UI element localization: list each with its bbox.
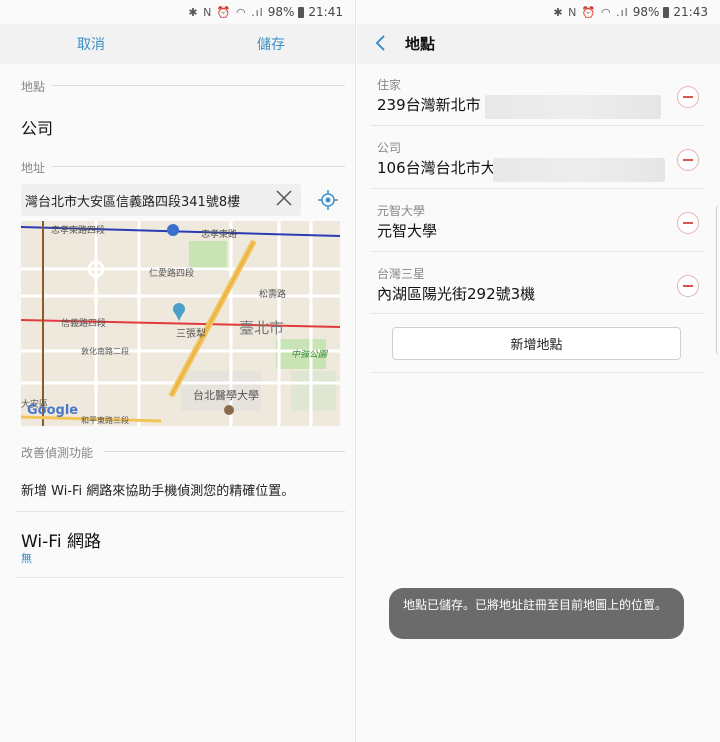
place-label: 台灣三星 <box>377 267 426 281</box>
map-label: 忠孝東路 <box>201 230 238 240</box>
place-item[interactable]: 台灣三星 內湖區陽光街292號3機 <box>377 265 707 328</box>
map-label: 仁愛路四段 <box>149 269 195 279</box>
edit-appbar: 取消 儲存 <box>0 24 355 64</box>
clock: 21:43 <box>673 5 708 19</box>
map-label: 信義路四段 <box>61 319 107 329</box>
battery-level: 98% <box>632 5 660 19</box>
map-label: 敦化南路二段 <box>81 347 129 356</box>
remove-place-button[interactable] <box>677 86 699 108</box>
edge-handle[interactable] <box>716 205 720 355</box>
place-address: 元智大學 <box>377 222 438 240</box>
place-name-field[interactable]: 公司 <box>21 115 53 139</box>
status-icons: ✱ N ⏰ ◠ .ıl <box>553 5 629 19</box>
remove-place-button[interactable] <box>677 212 699 234</box>
place-item[interactable]: 住家 239台灣新北市 <box>377 76 707 139</box>
place-address: 106台灣台北市大 <box>377 159 496 177</box>
place-item[interactable]: 元智大學 元智大學 <box>377 202 707 265</box>
divider <box>371 125 705 126</box>
current-location-icon[interactable] <box>317 189 339 211</box>
divider <box>371 372 705 373</box>
places-screen: ✱ N ⏰ ◠ .ıl 98% 21:43 地點 住家 239台灣新北市 公司 … <box>357 0 720 742</box>
save-button[interactable]: 儲存 <box>257 34 285 54</box>
redacted-area <box>485 95 661 119</box>
edit-place-screen: ✱ N ⏰ ◠ .ıl 98% 21:41 取消 儲存 地點 公司 地址 灣台北… <box>0 0 356 742</box>
minus-icon <box>683 285 693 287</box>
divider <box>52 85 345 86</box>
wifi-title: Wi-Fi 網路 <box>21 532 101 552</box>
google-logo: Google <box>27 403 79 418</box>
status-icons: ✱ N ⏰ ◠ .ıl <box>188 5 264 19</box>
map-label: 臺北市 <box>239 319 285 337</box>
place-address: 內湖區陽光街292號3機 <box>377 285 536 303</box>
redacted-area <box>493 158 665 182</box>
map-label: 忠孝東路四段 <box>51 226 106 236</box>
place-address: 239台灣新北市 <box>377 96 481 114</box>
clock: 21:41 <box>308 5 343 19</box>
wifi-hint-text: 新增 Wi-Fi 網路來協助手機偵測您的精確位置。 <box>21 484 295 499</box>
battery-level: 98% <box>267 5 295 19</box>
divider <box>52 166 345 167</box>
minus-icon <box>683 222 693 224</box>
status-bar: ✱ N ⏰ ◠ .ıl 98% 21:43 <box>357 0 720 24</box>
remove-place-button[interactable] <box>677 275 699 297</box>
map-label: 中強公園 <box>291 350 328 360</box>
map-view[interactable]: 忠孝東路四段 忠孝東路 仁愛路四段 松壽路 信義路四段 三張犁 臺北市 中強公園… <box>21 221 340 426</box>
divider <box>104 451 345 452</box>
battery-icon <box>663 6 670 18</box>
address-section-label: 地址 <box>21 161 46 175</box>
toast-message: 地點已儲存。已將地址註冊至目前地圖上的位置。 <box>389 588 684 639</box>
page-title: 地點 <box>405 35 436 53</box>
wifi-value: 無 <box>21 552 32 565</box>
clear-icon[interactable] <box>275 189 293 207</box>
map-label: 台北醫學大學 <box>193 389 259 402</box>
address-value: 灣台北市大安區信義路四段341號8樓 <box>25 194 241 210</box>
remove-place-button[interactable] <box>677 149 699 171</box>
address-input[interactable]: 灣台北市大安區信義路四段341號8樓 <box>21 184 301 216</box>
places-appbar: 地點 <box>357 24 720 64</box>
map-label: 松壽路 <box>259 290 287 300</box>
status-bar: ✱ N ⏰ ◠ .ıl 98% 21:41 <box>0 0 355 24</box>
divider <box>16 577 345 578</box>
battery-icon <box>298 6 305 18</box>
minus-icon <box>683 159 693 161</box>
map-label: 和平東路三段 <box>81 416 129 425</box>
place-label: 公司 <box>377 141 402 155</box>
place-item[interactable]: 公司 106台灣台北市大 <box>377 139 707 202</box>
divider <box>371 313 705 314</box>
place-label: 元智大學 <box>377 204 426 218</box>
map-label: 三張犁 <box>176 329 206 340</box>
divider <box>371 251 705 252</box>
place-label: 住家 <box>377 78 402 92</box>
place-section-label: 地點 <box>21 80 46 94</box>
improve-section-label: 改善偵測功能 <box>21 446 94 460</box>
divider <box>16 511 345 512</box>
add-place-button[interactable]: 新增地點 <box>392 327 681 360</box>
back-arrow-icon[interactable] <box>373 33 387 53</box>
cancel-button[interactable]: 取消 <box>77 34 105 54</box>
divider <box>371 188 705 189</box>
minus-icon <box>683 96 693 98</box>
